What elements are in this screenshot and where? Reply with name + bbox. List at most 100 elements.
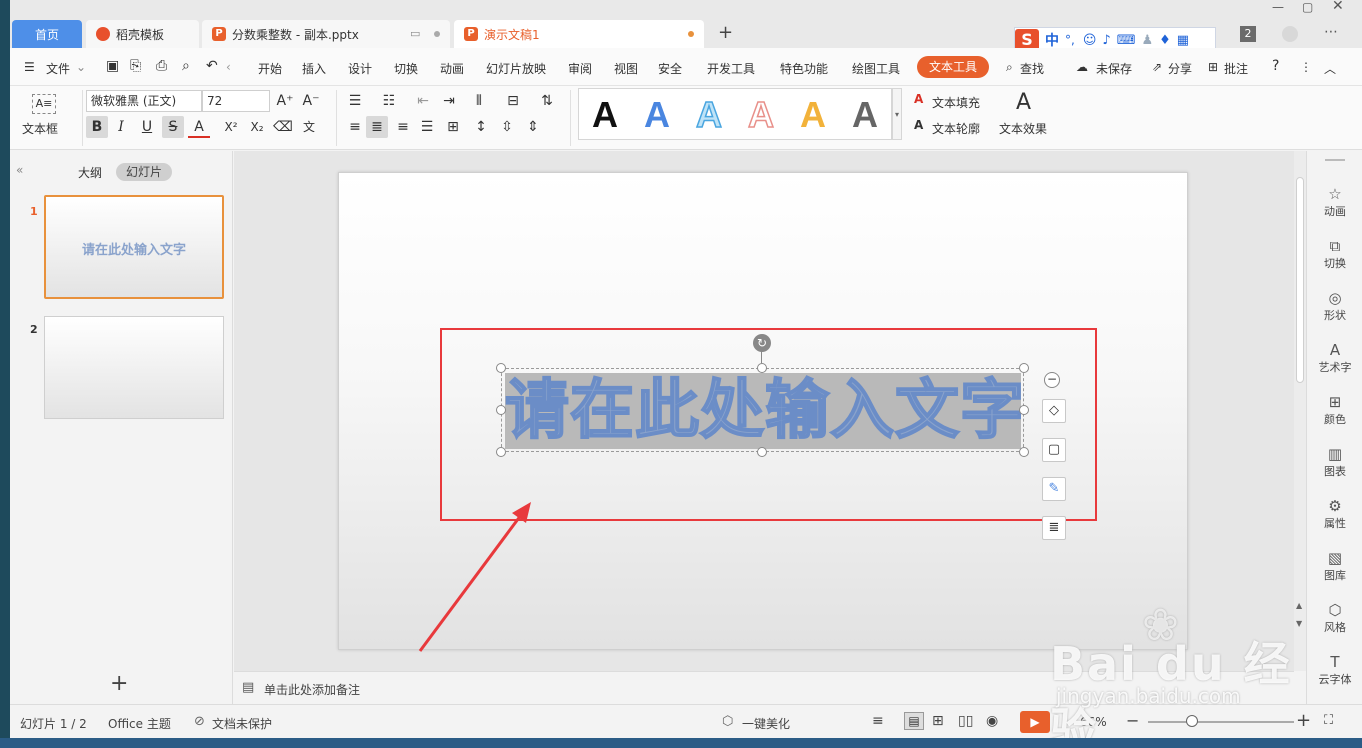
fit-window-icon[interactable]: ⛶ (1324, 713, 1333, 728)
keyboard-icon[interactable]: ⌨ (1117, 33, 1136, 48)
menu-design[interactable]: 设计 (348, 60, 372, 77)
style-blue[interactable]: A (637, 93, 677, 137)
grid-icon[interactable]: ▦ (1177, 33, 1189, 48)
sidebar-gallery[interactable]: ▧ 图库 (1307, 549, 1362, 583)
sidebar-animation[interactable]: ☆ 动画 (1307, 185, 1362, 219)
slide-thumbnail-1[interactable]: 请在此处输入文字 (44, 195, 224, 299)
share-button[interactable]: 分享 (1168, 60, 1192, 77)
user-icon[interactable]: ♟ (1141, 33, 1153, 48)
increase-font-icon[interactable]: A⁺ (274, 90, 296, 112)
search-icon[interactable]: ⌕ (1006, 60, 1013, 75)
collapse-pane-icon[interactable]: « (16, 163, 23, 177)
comment-button[interactable]: 批注 (1224, 60, 1248, 77)
save-icon[interactable]: ▣ (106, 58, 119, 74)
unsaved-label[interactable]: 未保存 (1096, 60, 1132, 77)
preview-icon[interactable]: ⌕ (182, 58, 190, 74)
drag-handle[interactable] (1325, 159, 1345, 161)
microphone-icon[interactable]: ♪ (1102, 33, 1110, 48)
ime-lang[interactable]: 中 (1045, 30, 1059, 50)
emoji-icon[interactable]: ☺ (1083, 33, 1097, 48)
export-icon[interactable]: ⎘ (130, 58, 141, 74)
text-box-options-icon[interactable]: ⊟ (502, 90, 524, 112)
help-button[interactable]: ? (1272, 58, 1279, 74)
style-black[interactable]: A (585, 93, 625, 137)
menu-animation[interactable]: 动画 (440, 60, 464, 77)
redo-icon[interactable]: ‹ (226, 60, 231, 74)
cloud-icon[interactable]: ☁ (1076, 60, 1088, 74)
tab-outline[interactable]: 大纲 (78, 164, 102, 181)
share-icon[interactable]: ⇗ (1152, 60, 1162, 74)
menu-special[interactable]: 特色功能 (780, 60, 828, 77)
ime-punct[interactable]: °, (1065, 33, 1075, 47)
tab-presentation1[interactable]: P 演示文稿1 (454, 20, 704, 48)
justify-icon[interactable]: ☰ (416, 116, 438, 138)
bold-button[interactable]: B (86, 116, 108, 138)
comment-icon[interactable]: ⊞ (1208, 60, 1218, 74)
close-button[interactable]: ✕ (1332, 0, 1344, 14)
tab-daoke-templates[interactable]: 稻壳模板 (86, 20, 199, 48)
sidebar-style[interactable]: ⬡ 风格 (1307, 601, 1362, 635)
scrollbar-thumb[interactable] (1296, 177, 1304, 383)
subscript-button[interactable]: X₂ (246, 116, 268, 138)
gallery-scroll[interactable]: ▾ (892, 88, 902, 140)
bullet-list-icon[interactable]: ☰ (344, 90, 366, 112)
menu-home[interactable]: 开始 (258, 60, 282, 77)
indent-icon[interactable]: ⇥ (438, 90, 460, 112)
text-outline-icon[interactable]: A (914, 118, 923, 132)
slide-thumbnail-2[interactable] (44, 316, 224, 419)
menu-drawing-tools[interactable]: 绘图工具 (852, 60, 900, 77)
menu-review[interactable]: 审阅 (568, 60, 592, 77)
undo-icon[interactable]: ↶ (206, 58, 218, 74)
slide-sorter-icon[interactable]: ⊞ (932, 713, 944, 729)
underline-button[interactable]: U (136, 116, 158, 138)
numbered-list-icon[interactable]: ☷ (378, 90, 400, 112)
columns-icon[interactable]: ⫴ (468, 90, 490, 112)
style-gray[interactable]: A (845, 93, 885, 137)
text-fill-icon[interactable]: A (914, 92, 923, 106)
sidebar-transition[interactable]: ⧉ 切换 (1307, 237, 1362, 271)
sidebar-cloud-font[interactable]: T 云字体 (1307, 653, 1362, 687)
menu-security[interactable]: 安全 (658, 60, 682, 77)
distribute-icon[interactable]: ⊞ (442, 116, 464, 138)
collapse-ribbon-icon[interactable]: ︿ (1324, 60, 1336, 77)
textbox-button[interactable]: 文本框 (22, 120, 58, 137)
skin-icon[interactable]: ♦ (1159, 33, 1171, 48)
paragraph-spacing-icon[interactable]: ⇳ (496, 116, 518, 138)
textbox-icon[interactable]: A≡ (32, 94, 56, 114)
style-orange[interactable]: A (793, 93, 833, 137)
font-color-button[interactable]: A (188, 116, 210, 138)
strikethrough-button[interactable]: S (162, 116, 184, 138)
sidebar-chart[interactable]: ▥ 图表 (1307, 445, 1362, 479)
sidebar-properties[interactable]: ⚙ 属性 (1307, 497, 1362, 531)
align-center-icon[interactable]: ≣ (366, 116, 388, 138)
new-tab-button[interactable]: + (718, 22, 733, 43)
more-menu-icon[interactable]: ⋮ (1300, 60, 1312, 74)
sidebar-shape[interactable]: ◎ 形状 (1307, 289, 1362, 323)
eraser-icon[interactable]: ⌫ (272, 116, 294, 138)
menu-search[interactable]: 查找 (1020, 60, 1044, 77)
menu-developer[interactable]: 开发工具 (707, 60, 755, 77)
text-direction-icon[interactable]: ⇅ (536, 90, 558, 112)
style-red-outline[interactable]: A (741, 93, 781, 137)
tab-slides[interactable]: 幻灯片 (116, 163, 172, 181)
font-name-select[interactable]: 微软雅黑 (正文) (86, 90, 202, 112)
minimize-button[interactable]: — (1272, 0, 1284, 14)
sidebar-wordart[interactable]: A 艺术字 (1307, 341, 1362, 375)
protect-status[interactable]: 文档未保护 (212, 715, 272, 732)
monitor-icon[interactable]: ▭ (410, 27, 420, 40)
hamburger-icon[interactable]: ☰ (24, 60, 35, 74)
text-effect-icon[interactable]: A (1016, 90, 1031, 115)
maximize-button[interactable]: ▢ (1302, 0, 1313, 14)
tab-home[interactable]: 首页 (12, 20, 82, 48)
play-slideshow-button[interactable]: ▶ (1020, 711, 1050, 733)
phonetic-icon[interactable]: 文 (298, 116, 320, 138)
menu-file[interactable]: 文件 (46, 60, 70, 77)
menu-transition[interactable]: 切换 (394, 60, 418, 77)
add-slide-button[interactable]: + (110, 671, 128, 696)
menu-insert[interactable]: 插入 (302, 60, 326, 77)
beautify-button[interactable]: 一键美化 (742, 715, 790, 732)
window-count-badge[interactable]: 2 (1240, 26, 1256, 42)
presenter-view-icon[interactable]: ◉ (986, 713, 998, 729)
text-effect-button[interactable]: 文本效果 (999, 120, 1047, 137)
chevron-down-icon[interactable]: ⌄ (76, 60, 86, 74)
